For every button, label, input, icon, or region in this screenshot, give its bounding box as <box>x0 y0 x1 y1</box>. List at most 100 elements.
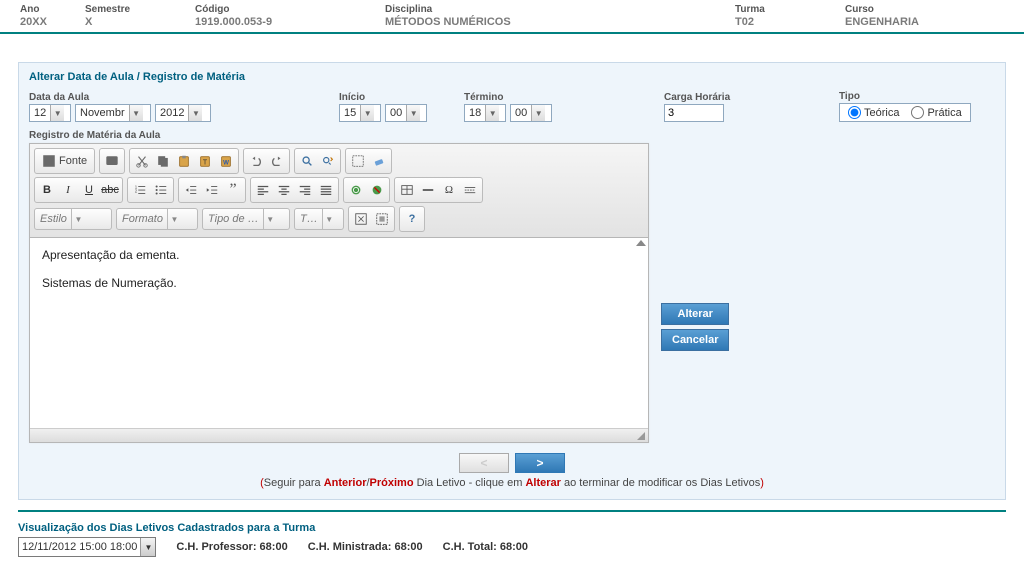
paste-icon[interactable] <box>174 151 194 171</box>
select-termino-h[interactable]: 18▼ <box>464 104 506 122</box>
strike-icon[interactable]: abc <box>100 180 120 200</box>
select-style[interactable]: Estilo▼ <box>34 208 112 230</box>
label-registro: Registro de Matéria da Aula <box>29 130 995 141</box>
label-ano: Ano <box>20 4 85 15</box>
value-ano: 20XX <box>20 15 85 28</box>
bullet-list-icon[interactable] <box>151 180 171 200</box>
chevron-down-icon: ▼ <box>71 209 85 229</box>
cut-icon[interactable] <box>132 151 152 171</box>
radio-teorica[interactable]: Teórica <box>848 106 899 119</box>
navigation-hint: (Seguir para Anterior/Próximo Dia Letivo… <box>29 477 995 489</box>
eraser-icon[interactable] <box>369 151 389 171</box>
radio-pratica[interactable]: Prática <box>911 106 961 119</box>
editor-toolbar: Fonte T W <box>30 144 648 238</box>
bottom-section: Visualização dos Dias Letivos Cadastrado… <box>18 522 1006 557</box>
chevron-down-icon: ▼ <box>485 105 499 121</box>
value-disciplina: MÉTODOS NUMÉRICOS <box>385 15 735 28</box>
about-icon[interactable]: ? <box>402 209 422 229</box>
chevron-down-icon: ▼ <box>129 105 143 121</box>
select-day[interactable]: 12▼ <box>29 104 71 122</box>
ch-ministrada: C.H. Ministrada: 68:00 <box>308 541 423 553</box>
bold-icon[interactable]: B <box>37 180 57 200</box>
align-justify-icon[interactable] <box>316 180 336 200</box>
value-turma: T02 <box>735 15 845 28</box>
select-inicio-h[interactable]: 15▼ <box>339 104 381 122</box>
bottom-title: Visualização dos Dias Letivos Cadastrado… <box>18 522 1006 534</box>
editor-content-area[interactable]: Apresentação da ementa. Sistemas de Nume… <box>30 238 648 428</box>
unlink-icon[interactable] <box>367 180 387 200</box>
label-turma: Turma <box>735 4 845 15</box>
divider <box>0 32 1024 34</box>
value-curso: ENGENHARIA <box>845 15 1004 28</box>
pagebreak-icon[interactable] <box>460 180 480 200</box>
select-font[interactable]: Tipo de …▼ <box>202 208 290 230</box>
prev-day-button[interactable]: < <box>459 453 509 473</box>
select-format[interactable]: Formato▼ <box>116 208 198 230</box>
value-semestre: X <box>85 15 195 28</box>
rich-text-editor: Fonte T W <box>29 143 649 443</box>
paste-word-icon[interactable]: W <box>216 151 236 171</box>
panel-title: Alterar Data de Aula / Registro de Matér… <box>29 71 995 83</box>
numbered-list-icon[interactable]: 12 <box>130 180 150 200</box>
course-info-header: Ano Semestre Código Disciplina Turma Cur… <box>0 0 1024 30</box>
underline-icon[interactable]: U <box>79 180 99 200</box>
label-inicio: Início <box>339 92 464 103</box>
special-char-icon[interactable]: Ω <box>439 180 459 200</box>
select-month[interactable]: Novembr▼ <box>75 104 151 122</box>
label-termino: Término <box>464 92 664 103</box>
select-year[interactable]: 2012▼ <box>155 104 211 122</box>
blockquote-icon[interactable]: ” <box>223 180 243 200</box>
value-codigo: 1919.000.053-9 <box>195 15 385 28</box>
select-dia-letivo[interactable]: 12/11/2012 15:00 18:00 ▼ <box>18 537 156 557</box>
label-codigo: Código <box>195 4 385 15</box>
outdent-icon[interactable] <box>181 180 201 200</box>
svg-text:T: T <box>203 160 208 167</box>
svg-text:2: 2 <box>135 189 138 194</box>
select-fontsize[interactable]: T…▼ <box>294 208 344 230</box>
source-button[interactable]: Fonte <box>37 151 92 171</box>
align-center-icon[interactable] <box>274 180 294 200</box>
label-tipo: Tipo <box>839 91 995 102</box>
tipo-radiogroup: Teórica Prática <box>839 103 971 122</box>
chevron-down-icon: ▼ <box>167 209 181 229</box>
label-semestre: Semestre <box>85 4 195 15</box>
label-disciplina: Disciplina <box>385 4 735 15</box>
chevron-down-icon: ▼ <box>322 209 336 229</box>
align-left-icon[interactable] <box>253 180 273 200</box>
label-curso: Curso <box>845 4 1004 15</box>
ch-professor: C.H. Professor: 68:00 <box>176 541 287 553</box>
link-icon[interactable] <box>346 180 366 200</box>
replace-icon[interactable] <box>318 151 338 171</box>
maximize-icon[interactable] <box>351 209 371 229</box>
chevron-down-icon: ▼ <box>360 105 374 121</box>
scroll-up-icon[interactable] <box>636 240 646 246</box>
select-termino-m[interactable]: 00▼ <box>510 104 552 122</box>
align-right-icon[interactable] <box>295 180 315 200</box>
redo-icon[interactable] <box>267 151 287 171</box>
table-icon[interactable] <box>397 180 417 200</box>
copy-icon[interactable] <box>153 151 173 171</box>
paste-text-icon[interactable]: T <box>195 151 215 171</box>
undo-icon[interactable] <box>246 151 266 171</box>
chevron-down-icon: ▼ <box>188 105 202 121</box>
content-paragraph: Sistemas de Numeração. <box>42 276 636 290</box>
content-paragraph: Apresentação da ementa. <box>42 248 636 262</box>
italic-icon[interactable]: I <box>58 180 78 200</box>
label-data-aula: Data da Aula <box>29 92 339 103</box>
select-inicio-m[interactable]: 00▼ <box>385 104 427 122</box>
preview-icon[interactable] <box>102 151 122 171</box>
edit-panel: Alterar Data de Aula / Registro de Matér… <box>18 62 1006 500</box>
alterar-button[interactable]: Alterar <box>661 303 729 325</box>
find-icon[interactable] <box>297 151 317 171</box>
chevron-down-icon: ▼ <box>50 105 64 121</box>
input-carga-horaria[interactable] <box>664 104 724 122</box>
selectall-icon[interactable] <box>348 151 368 171</box>
chevron-down-icon: ▼ <box>406 105 420 121</box>
chevron-down-icon: ▼ <box>140 538 155 556</box>
indent-icon[interactable] <box>202 180 222 200</box>
hr-icon[interactable] <box>418 180 438 200</box>
next-day-button[interactable]: > <box>515 453 565 473</box>
cancelar-button[interactable]: Cancelar <box>661 329 729 351</box>
showblocks-icon[interactable] <box>372 209 392 229</box>
editor-resize-handle[interactable] <box>30 428 648 442</box>
